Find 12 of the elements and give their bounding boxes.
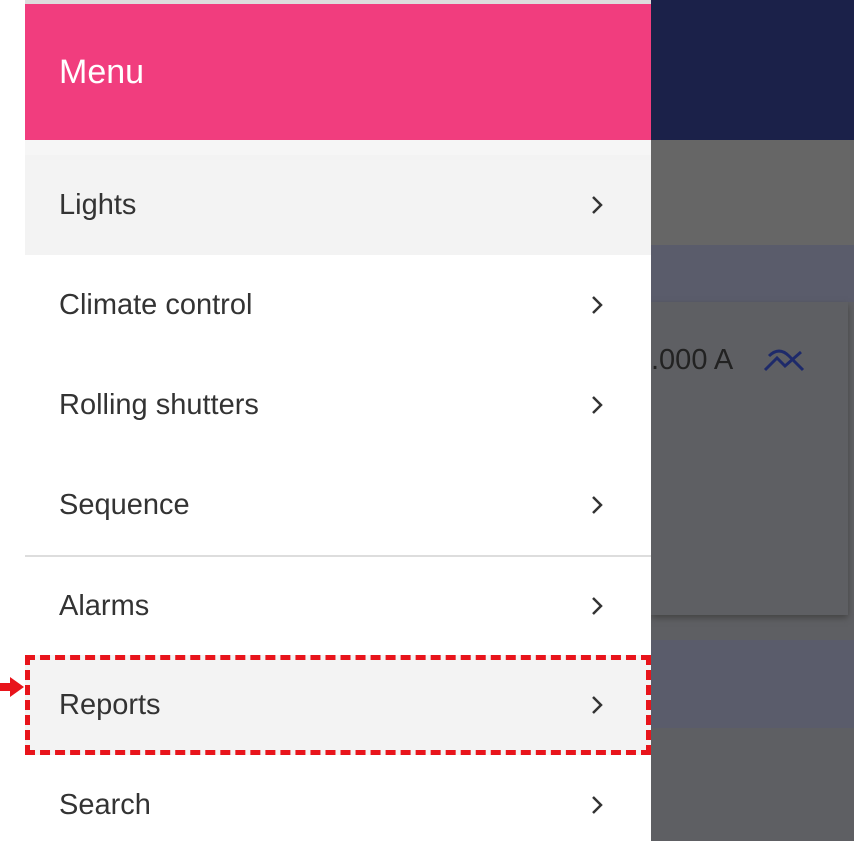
chevron-right-icon (591, 596, 603, 616)
menu-title: Menu (59, 52, 144, 92)
current-reading: .000 A (651, 344, 734, 377)
trend-icon[interactable] (763, 348, 806, 374)
chevron-right-icon (591, 495, 603, 515)
chevron-right-icon (591, 395, 603, 415)
chevron-right-icon (591, 195, 603, 215)
pointer-arrow (0, 676, 24, 698)
chevron-right-icon (591, 795, 603, 815)
chevron-right-icon (591, 695, 603, 715)
chevron-right-icon (591, 295, 603, 315)
menu-item[interactable]: Lights (25, 155, 651, 255)
